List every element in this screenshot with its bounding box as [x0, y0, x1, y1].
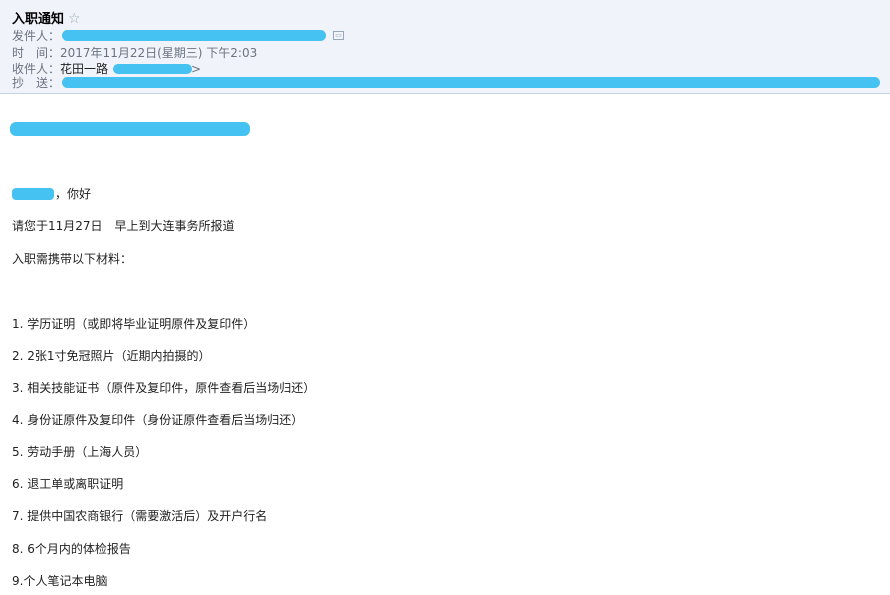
star-icon[interactable]: ☆ [68, 11, 81, 27]
material-item-1: 1. 学历证明（或即将毕业证明原件及复印件） [12, 317, 256, 331]
material-item-6: 6. 退工单或离职证明 [12, 477, 124, 491]
cc-label: 抄 送： [12, 76, 61, 90]
subject-text: 入职通知 [12, 12, 65, 27]
to-close-bracket: > [191, 62, 202, 76]
time-label: 时 间： [12, 46, 61, 60]
to-close-row: > [191, 61, 201, 77]
time-row: 时 间：2017年11月22日(星期三) 下午2:03 [12, 45, 257, 61]
materials-intro: 入职需携带以下材料： [12, 252, 133, 266]
email-subject: 入职通知 ☆ [12, 8, 81, 27]
material-item-3: 3. 相关技能证书（原件及复印件，原件查看后当场归还） [12, 381, 316, 395]
material-item-2: 2. 2张1寸免冠照片（近期内拍摄的） [12, 349, 211, 363]
from-row: 发件人： [12, 28, 60, 44]
to-name: 花田一路 [60, 62, 109, 76]
material-item-9: 9.个人笔记本电脑 [12, 574, 108, 588]
to-label: 收件人： [12, 62, 61, 76]
cc-redaction [62, 77, 880, 88]
contact-card-icon[interactable]: ▭ [333, 31, 344, 40]
email-header: 入职通知 ☆ 发件人： ▭ 时 间：2017年11月22日(星期三) 下午2:03… [0, 0, 890, 94]
material-item-7: 7. 提供中国农商银行（需要激活后）及开户行名 [12, 509, 268, 523]
report-instruction: 请您于11月27日 早上到大连事务所报道 [12, 219, 235, 233]
greeting-text: ，你好 [55, 187, 92, 201]
sender-redaction [62, 30, 326, 41]
material-item-5: 5. 劳动手册（上海人员） [12, 445, 148, 459]
cc-row: 抄 送： [12, 75, 60, 91]
recipient-redaction [113, 64, 192, 74]
body-top-redaction [10, 122, 250, 136]
from-label: 发件人： [12, 29, 61, 43]
time-value: 2017年11月22日(星期三) 下午2:03 [60, 46, 258, 60]
material-item-8: 8. 6个月内的体检报告 [12, 542, 131, 556]
material-item-4: 4. 身份证原件及复印件（身份证原件查看后当场归还） [12, 413, 304, 427]
greeting-name-redaction [12, 188, 54, 200]
